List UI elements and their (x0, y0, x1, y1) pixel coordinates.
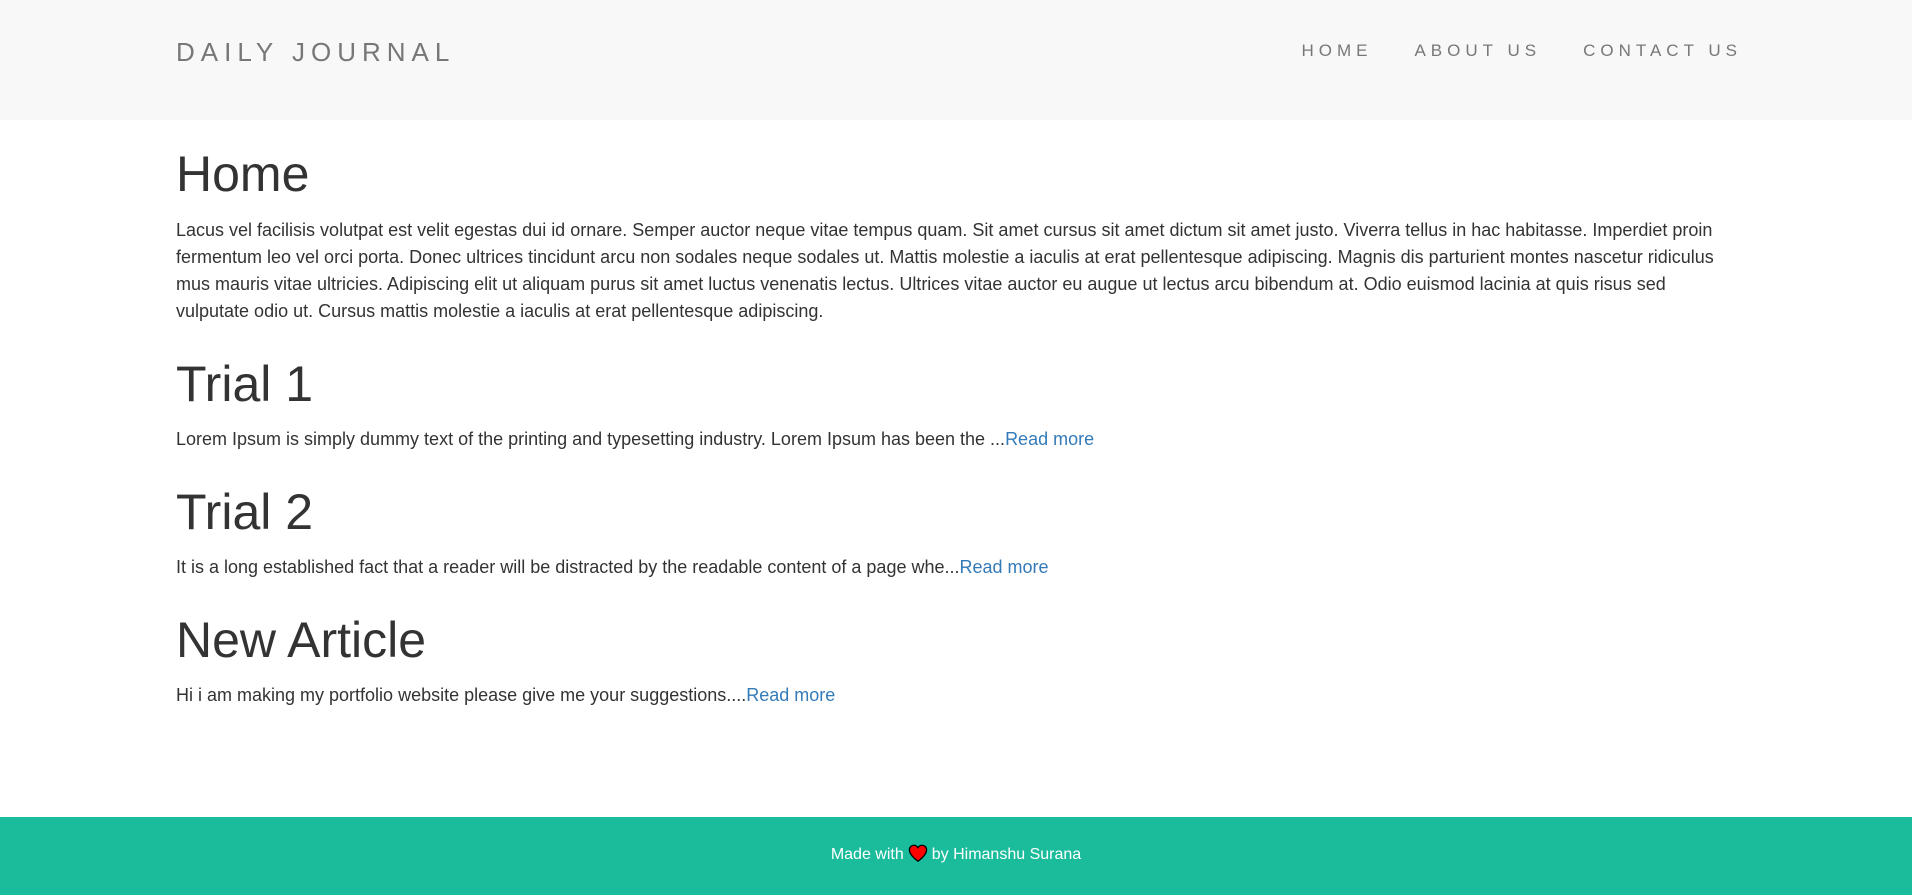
article-trial-1: Trial 1 Lorem Ipsum is simply dummy text… (176, 353, 1736, 453)
article-excerpt: Lorem Ipsum is simply dummy text of the … (176, 426, 1736, 453)
article-excerpt-text: It is a long established fact that a rea… (176, 557, 960, 577)
heart-icon (908, 844, 927, 862)
navbar: DAILY JOURNAL HOME ABOUT US CONTACT US (0, 0, 1912, 120)
nav-link-home[interactable]: HOME (1301, 41, 1372, 61)
nav-item-contact-us: CONTACT US (1583, 41, 1742, 61)
nav-link-about-us[interactable]: ABOUT US (1414, 41, 1541, 61)
article-trial-2: Trial 2 It is a long established fact th… (176, 481, 1736, 581)
nav-item-home: HOME (1301, 41, 1372, 61)
page-title: Home (176, 146, 310, 202)
footer-prefix: Made with (830, 846, 904, 863)
article-excerpt-text: Hi i am making my portfolio website plea… (176, 685, 747, 705)
footer: Made with by Himanshu Surana (0, 817, 1912, 895)
article-title: Trial 1 (176, 356, 314, 412)
nav-item-about-us: ABOUT US (1414, 41, 1541, 61)
page: DAILY JOURNAL HOME ABOUT US CONTACT US H… (0, 0, 1912, 895)
home-intro-text: Lacus vel facilisis volutpat est velit e… (176, 220, 1714, 321)
article-excerpt: Hi i am making my portfolio website plea… (176, 682, 1736, 709)
brand-link[interactable]: DAILY JOURNAL (176, 37, 455, 67)
read-more-link[interactable]: Read more (1005, 429, 1094, 449)
footer-author: by Himanshu Surana (931, 846, 1082, 863)
article-excerpt: It is a long established fact that a rea… (176, 554, 1736, 581)
article-title: Trial 2 (176, 484, 314, 540)
article-title: New Article (176, 612, 427, 668)
read-more-link[interactable]: Read more (959, 557, 1048, 577)
read-more-link[interactable]: Read more (746, 685, 835, 705)
main-content: Home Lacus vel facilisis volutpat est ve… (176, 140, 1736, 709)
article-excerpt-text: Lorem Ipsum is simply dummy text of the … (176, 429, 1006, 449)
article-new-article: New Article Hi i am making my portfolio … (176, 609, 1736, 709)
nav-link-contact-us[interactable]: CONTACT US (1583, 41, 1742, 61)
footer-credit: Made with by Himanshu Surana (0, 844, 1912, 865)
nav-menu: HOME ABOUT US CONTACT US (1301, 41, 1742, 61)
